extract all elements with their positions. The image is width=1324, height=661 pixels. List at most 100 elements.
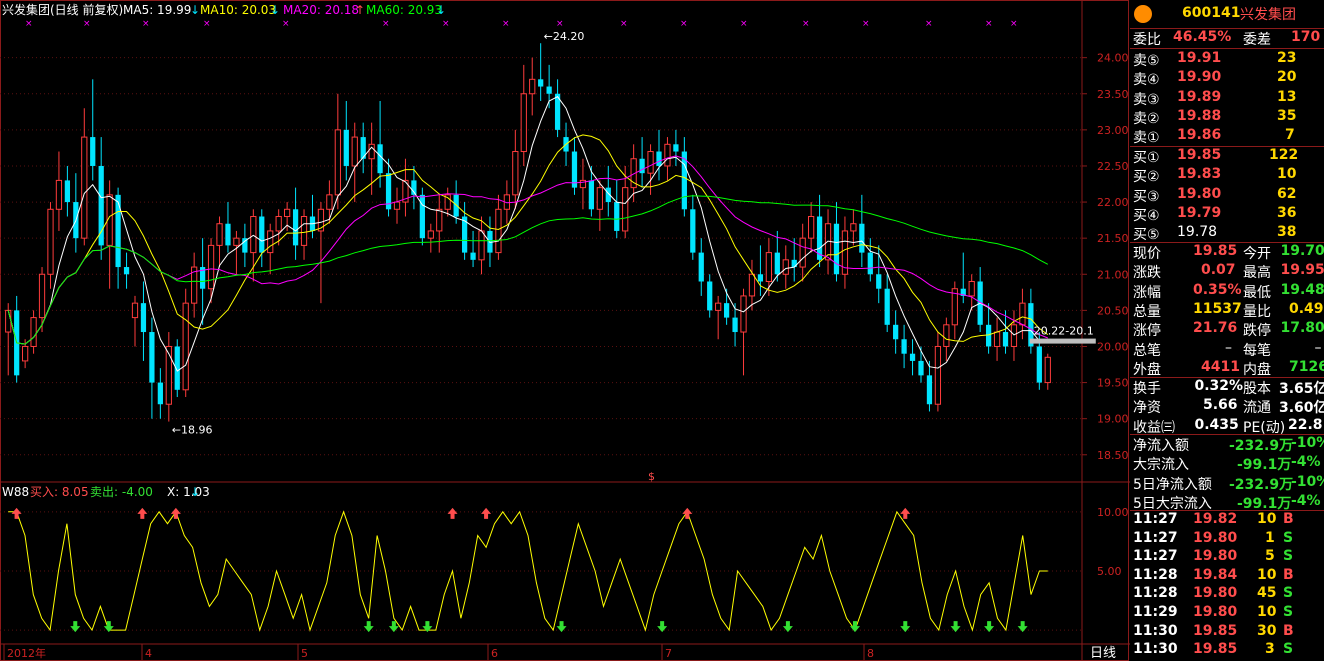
bid-price: 19.83 — [1177, 166, 1222, 183]
ma-legend-item: MA20: 20.18 — [283, 3, 359, 17]
bid-price: 19.79 — [1177, 204, 1222, 221]
sell-arrow-icon — [556, 621, 567, 633]
stat-label: 最低 — [1243, 284, 1271, 301]
fundamental-label: 净资 — [1133, 400, 1161, 417]
chart-title: 兴发集团(日线 前复权) — [2, 2, 123, 17]
divider — [1130, 48, 1324, 49]
candle-down — [707, 281, 713, 311]
stat-value: 19.85 — [1193, 243, 1238, 259]
candle-down — [571, 151, 578, 188]
candle-up — [436, 208, 443, 232]
stat-label: 今开 — [1243, 246, 1271, 262]
top-marker: × — [802, 19, 810, 29]
ma-trend-arrow: ↓ — [270, 3, 280, 17]
ma-legend-item: MA60: 20.93 — [366, 3, 442, 17]
candle-down — [64, 180, 71, 203]
top-marker: × — [83, 19, 91, 29]
ask-row: 卖⑤ 19.91 23 — [1133, 50, 1323, 69]
top-marker: × — [862, 19, 870, 29]
candle-down — [732, 317, 738, 333]
fundamental-label: 换手 — [1133, 381, 1161, 397]
sell-arrow-icon — [1017, 621, 1028, 633]
stat-row: 涨幅 0.35% 最低 19.48 — [1133, 282, 1324, 301]
y-tick-label: 5.00 — [1097, 565, 1122, 578]
ask-label: 卖② — [1133, 110, 1160, 127]
ma-legend: MA5: 19.99↓ MA10: 20.03↓ MA20: 20.18↑ MA60:… — [123, 3, 446, 17]
stat-label: 涨幅 — [1133, 284, 1161, 301]
webi-value: 46.45% — [1173, 29, 1232, 45]
ask-label: 卖① — [1133, 130, 1160, 147]
fundamental-value: 5.66 — [1203, 397, 1238, 414]
webi-label: 委比 — [1133, 32, 1161, 48]
bid-row: 买② 19.83 10 — [1133, 166, 1323, 185]
flow-row: 大宗流入 -99.1万 -4% — [1133, 454, 1323, 473]
ask-volume: 35 — [1277, 107, 1297, 124]
stock-name: 兴发集团 — [1240, 7, 1296, 23]
flow-label: 5日净流入额 — [1133, 476, 1212, 493]
top-marker: × — [25, 19, 33, 29]
stat-label: 总笔 — [1133, 342, 1161, 359]
buy-arrow-icon — [11, 507, 22, 519]
kline-chart[interactable]: 兴发集团(日线 前复权) MA5: 19.99↓ MA10: 20.03↓ MA20… — [0, 0, 1130, 661]
candle-up — [647, 151, 654, 174]
ask-row: 卖② 19.88 35 — [1133, 108, 1323, 127]
y-tick-label: 22.50 — [1097, 160, 1129, 173]
candle-up — [165, 345, 172, 405]
bid-row: 买① 19.85 122 — [1133, 147, 1323, 166]
candle-up — [495, 208, 502, 254]
tick-time: 11:30 — [1133, 641, 1178, 658]
candle-down — [292, 209, 299, 246]
candle-up — [284, 208, 291, 218]
candles — [5, 43, 1051, 422]
y-tick-label: 20.00 — [1097, 340, 1129, 353]
flow-value: -99.1万 — [1237, 457, 1292, 474]
tick-row: 11:29 19.80 10 S — [1133, 604, 1323, 623]
ask-label: 卖④ — [1133, 72, 1160, 89]
tick-row: 11:27 19.82 10 B — [1133, 511, 1323, 530]
candle-up — [748, 273, 756, 297]
tick-row: 11:27 19.80 5 S — [1133, 548, 1323, 567]
bid-volume: 62 — [1277, 185, 1297, 202]
price-annotations: ←24.20 ←18.96 20.22-20.1 $ — [172, 30, 1096, 483]
candle-up — [207, 244, 215, 290]
top-marker: × — [442, 19, 450, 29]
fundamental-label: 流通 — [1243, 400, 1271, 417]
candle-up — [81, 136, 88, 239]
bid-row: 买④ 19.79 36 — [1133, 205, 1323, 224]
tick-side: B — [1283, 566, 1294, 583]
tick-time: 11:29 — [1133, 604, 1178, 620]
x-tick-label: 8 — [867, 647, 874, 660]
top-marker: × — [985, 19, 993, 29]
buy-arrow-icon — [137, 507, 148, 519]
candle-up — [478, 230, 485, 261]
candle-down — [453, 194, 459, 217]
stat-value: – — [1314, 339, 1322, 356]
candle-up — [1019, 302, 1026, 326]
flow-row: 5日净流入额 -232.9万-10% — [1133, 474, 1324, 493]
candle-up — [596, 187, 603, 210]
candle-down — [859, 223, 865, 253]
buy-arrow-icon — [447, 507, 458, 519]
top-marker: × — [556, 19, 564, 29]
y-tick-label: 23.50 — [1097, 88, 1129, 101]
indicator-x-label: X: 1.03 — [167, 485, 210, 499]
bid-row: 买③ 19.80 62 — [1133, 186, 1323, 205]
y-tick-label: 21.00 — [1097, 268, 1129, 281]
period-label[interactable]: 日线 — [1090, 646, 1116, 661]
stat-label: 涨跌 — [1133, 265, 1161, 282]
candle-down — [901, 339, 907, 354]
ma-trend-arrow: ↓ — [436, 3, 446, 17]
tick-volume: 10 — [1257, 511, 1277, 527]
candle-up — [300, 216, 308, 246]
indicator-axis-ticks: 10.00 5.00 — [1097, 506, 1129, 578]
fundamental-row: 收益㈢ 0.435 PE(动) 22.8 — [1133, 417, 1323, 436]
quote-panel: 600141 兴发集团 委比 46.45% 委差 170 卖⑤ 19.91 23 卖④ 19.9… — [1130, 0, 1324, 661]
top-marker: × — [1010, 19, 1018, 29]
stat-label: 内盘 — [1243, 361, 1271, 378]
stat-value: 7126 — [1289, 358, 1324, 375]
price-annotation: ←18.96 — [172, 424, 213, 437]
ma-line-ma20 — [7, 155, 1048, 345]
candle-down — [149, 332, 155, 383]
candle-up — [934, 345, 942, 405]
candle-down — [225, 223, 231, 246]
